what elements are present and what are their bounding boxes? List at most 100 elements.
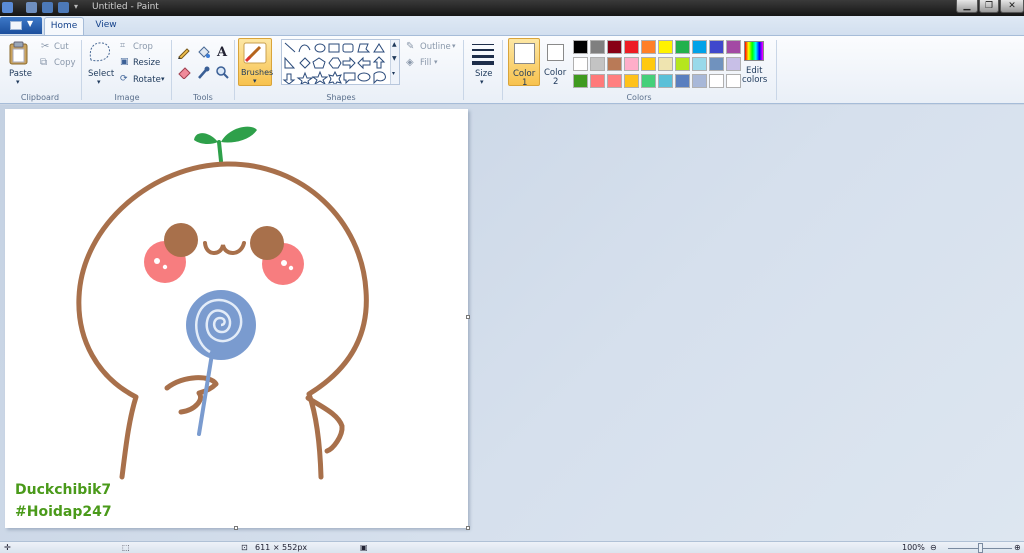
edit-colors-label-2: colors (742, 75, 768, 85)
pencil-icon[interactable] (176, 44, 192, 60)
palette-swatch[interactable] (675, 74, 690, 88)
clipboard-group-label: Clipboard (20, 93, 60, 102)
palette-swatch[interactable] (726, 74, 741, 88)
palette-swatch[interactable] (726, 40, 741, 54)
zoom-level: 100% (902, 543, 925, 552)
minimize-button[interactable]: ▁ (956, 0, 978, 13)
resize-button[interactable]: Resize (133, 58, 160, 68)
tab-view[interactable]: View (86, 17, 126, 35)
palette-swatch[interactable] (709, 74, 724, 88)
palette-swatch[interactable] (590, 74, 605, 88)
shapes-gallery: ▲ ▼ ▾ (281, 39, 400, 85)
palette-swatch[interactable] (641, 74, 656, 88)
drawing-canvas[interactable]: Duckchibik7 #Hoidap247 (5, 109, 468, 528)
canvas-workspace: Duckchibik7 #Hoidap247 (0, 105, 1024, 541)
palette-swatch[interactable] (607, 40, 622, 54)
brushes-icon (243, 42, 267, 64)
canvas-resize-handle-bottom[interactable] (234, 526, 238, 530)
leaf-right (221, 126, 257, 143)
palette-swatch[interactable] (590, 57, 605, 71)
zoom-in-button[interactable]: ⊕ (1014, 543, 1021, 552)
redo-icon[interactable] (58, 2, 69, 13)
palette-swatch[interactable] (573, 40, 588, 54)
image-size-icon: ⊡ (241, 543, 248, 552)
image-group-label: Image (114, 93, 140, 102)
shapes-gallery-scroll[interactable]: ▲ ▼ ▾ (390, 40, 399, 84)
color1-button[interactable]: Color 1 (508, 38, 540, 88)
quick-access-dropdown-icon[interactable]: ▾ (74, 2, 78, 11)
color2-button[interactable]: Color 2 (542, 38, 570, 87)
color2-swatch (547, 44, 564, 61)
close-button[interactable]: ✕ (1000, 0, 1024, 13)
size-button[interactable]: Size ▾ (468, 39, 498, 89)
paint-menu-button[interactable]: ▼ (0, 17, 42, 34)
palette-swatch[interactable] (624, 40, 639, 54)
crop-icon: ⌗ (120, 41, 126, 51)
maximize-button[interactable]: ❐ (979, 0, 999, 13)
outline-icon: ✎ (406, 41, 415, 52)
save-icon[interactable] (26, 2, 37, 13)
palette-swatch[interactable] (726, 57, 741, 71)
outline-dropdown-icon: ▾ (452, 42, 456, 50)
palette-swatch[interactable] (675, 57, 690, 71)
fill-button[interactable]: Fill (420, 58, 431, 68)
palette-swatch[interactable] (692, 40, 707, 54)
cut-button[interactable]: Cut (54, 42, 69, 52)
palette-swatch[interactable] (624, 74, 639, 88)
outline-button[interactable]: Outline (420, 42, 451, 52)
palette-swatch[interactable] (573, 57, 588, 71)
zoom-slider-thumb[interactable] (978, 543, 983, 553)
palette-swatch[interactable] (709, 57, 724, 71)
canvas-resize-handle-right[interactable] (466, 315, 470, 319)
edit-colors-button[interactable]: Edit colors (740, 38, 770, 88)
eraser-icon[interactable] (176, 64, 192, 80)
right-eye (250, 226, 284, 260)
select-dropdown-icon: ▾ (97, 78, 101, 86)
fill-bucket-icon: ◈ (406, 57, 414, 68)
palette-swatch[interactable] (675, 40, 690, 54)
select-button[interactable]: Select ▾ (84, 39, 116, 89)
size-group: Size ▾ (464, 36, 502, 104)
palette-swatch[interactable] (658, 40, 673, 54)
canvas-resize-handle-corner[interactable] (466, 526, 470, 530)
brushes-label: Brushes (241, 68, 274, 77)
rotate-dropdown-icon: ▾ (161, 75, 165, 83)
colors-group: Color 1 Color 2 Edit colors Colors (503, 36, 775, 104)
crop-button[interactable]: Crop (133, 42, 153, 52)
copy-button[interactable]: Copy (54, 58, 76, 68)
tab-home[interactable]: Home (44, 17, 84, 35)
magnifier-icon[interactable] (214, 64, 230, 80)
fill-icon[interactable] (195, 44, 211, 60)
color1-number: 1 (522, 78, 528, 88)
group-divider (234, 40, 235, 100)
palette-swatch[interactable] (590, 40, 605, 54)
palette-swatch[interactable] (624, 57, 639, 71)
select-icon (89, 42, 110, 62)
zoom-out-button[interactable]: ⊖ (930, 543, 937, 552)
palette-swatch[interactable] (641, 57, 656, 71)
palette-swatch[interactable] (641, 40, 656, 54)
rotate-button[interactable]: Rotate (133, 75, 161, 85)
undo-icon[interactable] (42, 2, 53, 13)
image-dimensions: 611 × 552px (255, 543, 308, 552)
palette-swatch[interactable] (573, 74, 588, 88)
mouth (203, 241, 246, 255)
palette-swatch[interactable] (692, 74, 707, 88)
color-picker-icon[interactable] (195, 64, 211, 80)
cut-icon: ✂ (41, 41, 50, 52)
palette-swatch[interactable] (658, 74, 673, 88)
color1-swatch (514, 43, 535, 64)
text-icon[interactable]: A (214, 44, 230, 60)
rotate-icon: ⟳ (120, 74, 128, 84)
color2-number: 2 (553, 77, 559, 87)
palette-swatch[interactable] (658, 57, 673, 71)
palette-swatch[interactable] (607, 57, 622, 71)
palette-swatch[interactable] (709, 40, 724, 54)
brushes-button[interactable]: Brushes ▾ (238, 38, 274, 86)
paste-button[interactable]: Paste ▾ (4, 39, 34, 89)
palette-swatch[interactable] (607, 74, 622, 88)
shapes-gallery-icons[interactable] (282, 40, 399, 84)
palette-swatch[interactable] (692, 57, 707, 71)
title-bar: ▾ Untitled - Paint ▁ ❐ ✕ (0, 0, 1024, 16)
tools-group: A Tools (172, 36, 234, 104)
